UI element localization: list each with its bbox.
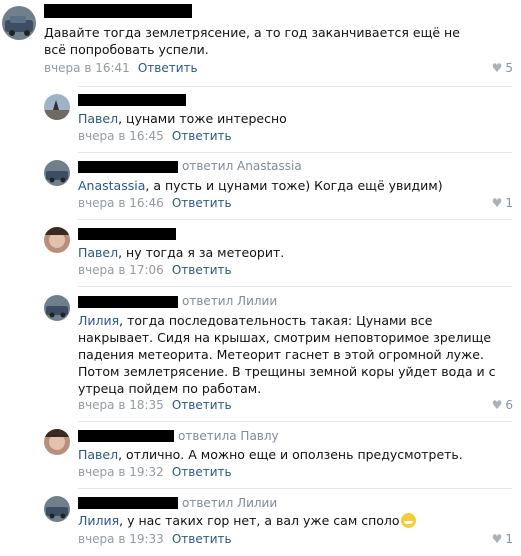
reply-button[interactable]: Ответить	[172, 398, 232, 412]
like-count: 6	[505, 398, 513, 412]
comment-text: Anastassia, а пусть и цунами тоже) Когда…	[78, 177, 498, 194]
reply-button[interactable]: Ответить	[172, 196, 232, 210]
like-button[interactable]: ♥ 1	[492, 532, 513, 546]
comment-meta: вчера в 17:06 Ответить	[78, 263, 232, 277]
author-name-redacted[interactable]	[78, 161, 178, 173]
reply-button[interactable]: Ответить	[172, 532, 232, 546]
reply-button[interactable]: Ответить	[172, 263, 232, 277]
comment-meta: вчера в 16:41 Ответить	[44, 61, 198, 75]
mention-link[interactable]: Павел	[78, 111, 118, 126]
comment-time[interactable]: вчера в 16:45	[78, 129, 164, 143]
avatar[interactable]	[44, 429, 70, 455]
reply-button[interactable]: Ответить	[172, 465, 232, 479]
comment-time[interactable]: вчера в 16:46	[78, 196, 164, 210]
comment-text: Лилия, тогда последовательность такая: Ц…	[78, 312, 503, 397]
comment-time[interactable]: вчера в 19:33	[78, 532, 164, 546]
mention-link[interactable]: Павел	[78, 245, 118, 260]
comment-meta: вчера в 18:35 Ответить	[78, 398, 232, 412]
heart-icon: ♥	[491, 398, 503, 412]
heart-icon: ♥	[491, 196, 503, 210]
avatar[interactable]	[44, 94, 70, 120]
comment-body: , у нас таких гор нет, а вал уже сам спо…	[119, 513, 400, 528]
reply-button[interactable]: Ответить	[138, 61, 198, 75]
comment-body: , цунами тоже интересно	[118, 111, 287, 126]
comment-meta: вчера в 16:45 Ответить	[78, 129, 232, 143]
author-name-redacted[interactable]	[78, 94, 186, 106]
mention-link[interactable]: Павел	[78, 447, 118, 462]
reply-to-label[interactable]: ответила Павлу	[178, 429, 279, 443]
reply-to-label[interactable]: ответил Anastassia	[182, 159, 302, 173]
comment-time[interactable]: вчера в 17:06	[78, 263, 164, 277]
avatar[interactable]	[44, 295, 70, 321]
mention-link[interactable]: Лилия	[78, 513, 119, 528]
comment-body: , ну тогда я за метеорит.	[118, 245, 285, 260]
avatar[interactable]	[2, 6, 36, 40]
comment-meta: вчера в 19:32 Ответить	[78, 465, 232, 479]
author-name-redacted[interactable]	[78, 296, 178, 308]
reply-button[interactable]: Ответить	[172, 129, 232, 143]
mention-link[interactable]: Anastassia	[78, 178, 145, 193]
divider	[78, 219, 512, 220]
like-button[interactable]: ♥ 5	[492, 61, 513, 75]
comment-body: Давайте тогда землетрясение, а то год за…	[44, 25, 460, 57]
comment-time[interactable]: вчера в 16:41	[44, 61, 130, 75]
author-name-redacted[interactable]	[44, 4, 192, 18]
comment-text: Лилия, у нас таких гор нет, а вал уже са…	[78, 512, 498, 529]
comment-meta: вчера в 19:33 Ответить	[78, 532, 232, 546]
grinning-face-emoji-icon	[400, 513, 416, 528]
comment-body: , а пусть и цунами тоже) Когда ещё увиди…	[145, 178, 443, 193]
comment-text: Давайте тогда землетрясение, а то год за…	[44, 24, 474, 58]
author-name-redacted[interactable]	[78, 497, 178, 509]
comment-body: , отлично. А можно еще и оползень предус…	[118, 447, 463, 462]
like-count: 1	[505, 196, 513, 210]
heart-icon: ♥	[491, 61, 503, 75]
author-name-redacted[interactable]	[78, 430, 174, 442]
comment-body: , тогда последовательность такая: Цунами…	[78, 313, 496, 396]
comment-text: Павел, ну тогда я за метеорит.	[78, 244, 498, 261]
reply-to-label[interactable]: ответил Лилии	[182, 294, 277, 308]
divider	[78, 86, 512, 87]
like-count: 1	[505, 532, 513, 546]
heart-icon: ♥	[491, 532, 503, 546]
divider	[78, 421, 512, 422]
comment-time[interactable]: вчера в 19:32	[78, 465, 164, 479]
comment-text: Павел, цунами тоже интересно	[78, 110, 498, 127]
divider	[78, 488, 512, 489]
comment-time[interactable]: вчера в 18:35	[78, 398, 164, 412]
divider	[78, 152, 512, 153]
author-name-redacted[interactable]	[78, 228, 176, 240]
like-button[interactable]: ♥ 1	[492, 196, 513, 210]
comment-meta: вчера в 16:46 Ответить	[78, 196, 232, 210]
avatar[interactable]	[44, 227, 70, 253]
reply-to-label[interactable]: ответил Лилии	[182, 496, 277, 510]
avatar[interactable]	[44, 160, 70, 186]
comment-text: Павел, отлично. А можно еще и оползень п…	[78, 446, 498, 463]
like-button[interactable]: ♥ 6	[492, 398, 513, 412]
avatar[interactable]	[44, 496, 70, 522]
like-count: 5	[505, 61, 513, 75]
divider	[78, 286, 512, 287]
mention-link[interactable]: Лилия	[78, 313, 119, 328]
